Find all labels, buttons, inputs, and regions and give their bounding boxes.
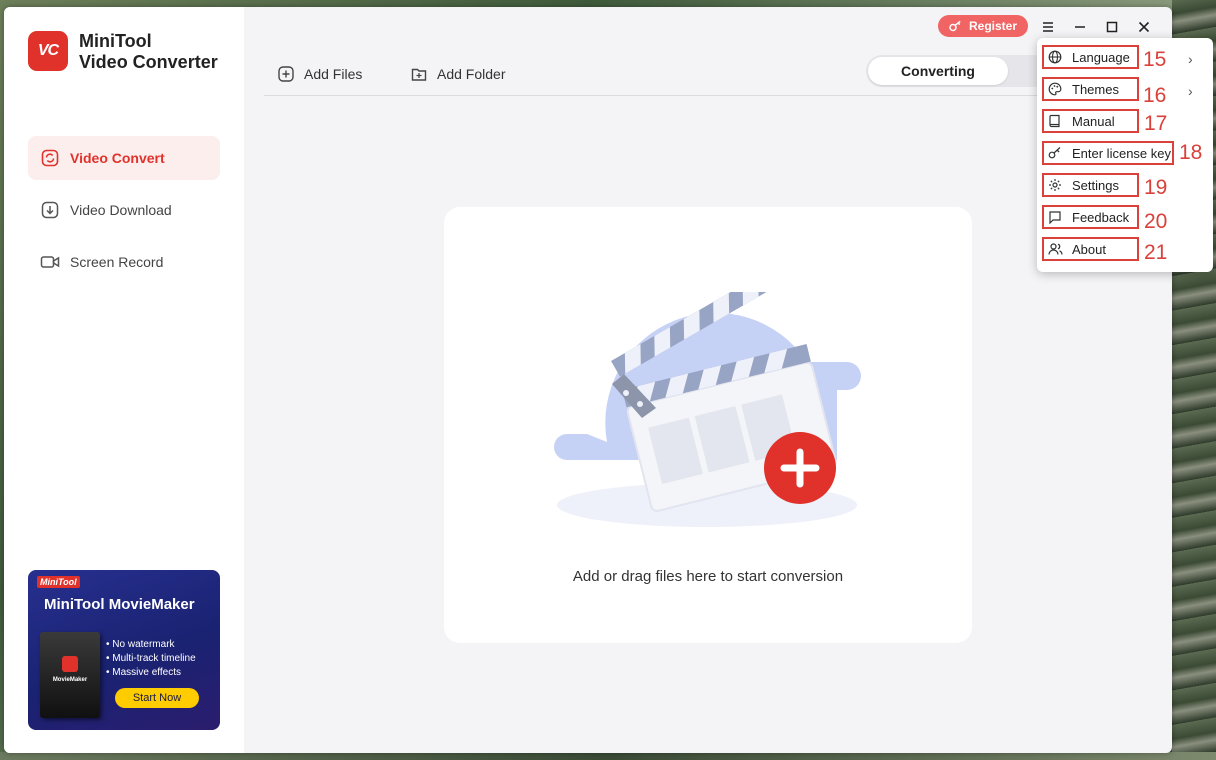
gear-icon (1047, 178, 1063, 192)
sidebar-item-video-download[interactable]: Video Download (28, 188, 220, 232)
app-title-line1: MiniTool (79, 31, 152, 51)
add-folder-button[interactable]: Add Folder (411, 66, 505, 82)
users-icon (1047, 242, 1063, 256)
sidebar-item-screen-record[interactable]: Screen Record (28, 240, 220, 284)
register-button[interactable]: Register (938, 15, 1028, 37)
menu-button[interactable] (1038, 17, 1058, 37)
app-title: MiniTool Video Converter (79, 31, 218, 73)
annotation-number: 18 (1179, 141, 1203, 164)
start-now-button[interactable]: Start Now (115, 688, 199, 708)
file-drop-zone[interactable]: Add or drag files here to start conversi… (444, 207, 972, 643)
minimize-icon (1075, 26, 1085, 28)
camera-icon (40, 252, 60, 272)
menu-item-feedback[interactable]: Feedback (1042, 205, 1139, 229)
menu-item-about[interactable]: About (1042, 237, 1139, 261)
product-box-image: MovieMaker (40, 632, 100, 718)
annotation-number: 21 (1144, 241, 1168, 264)
desktop-wallpaper-bottom (0, 752, 1216, 760)
drop-instruction: Add or drag files here to start conversi… (572, 568, 844, 585)
download-icon (40, 200, 60, 220)
annotation-number: 15 (1143, 48, 1167, 71)
sidebar: VC MiniTool Video Converter Video Conver… (4, 7, 244, 753)
clapperboard-illustration (554, 292, 861, 527)
menu-item-label: Language (1072, 49, 1130, 65)
add-folder-label: Add Folder (437, 66, 506, 82)
annotation-number: 20 (1144, 210, 1168, 233)
main-menu-dropdown: Language 15 › Themes 16 › Manual 17 Ente… (1037, 38, 1213, 272)
close-icon (1138, 21, 1150, 33)
sidebar-item-label: Screen Record (70, 254, 164, 270)
maximize-button[interactable] (1102, 17, 1122, 37)
sidebar-item-label: Video Download (70, 202, 172, 218)
plus-circle-icon (278, 66, 294, 82)
app-title-line2: Video Converter (79, 52, 218, 72)
palette-icon (1047, 82, 1063, 96)
app-logo: VC (28, 31, 68, 71)
chat-icon (1047, 210, 1063, 224)
app-window: VC MiniTool Video Converter Video Conver… (4, 7, 1172, 753)
promo-banner[interactable]: MiniTool MiniTool MovieMaker MovieMaker … (28, 570, 220, 730)
menu-item-label: Themes (1072, 81, 1119, 97)
convert-icon (40, 148, 60, 168)
sidebar-item-video-convert[interactable]: Video Convert (28, 136, 220, 180)
hamburger-icon (1043, 22, 1053, 32)
chevron-right-icon: › (1188, 51, 1193, 67)
key-icon (949, 20, 963, 32)
product-box-label: MovieMaker (52, 677, 88, 683)
annotation-number: 19 (1144, 176, 1168, 199)
menu-item-themes[interactable]: Themes (1042, 77, 1139, 101)
menu-item-language[interactable]: Language (1042, 45, 1139, 69)
promo-title: MiniTool MovieMaker (44, 596, 195, 613)
promo-feature: • Massive effects (106, 667, 182, 678)
menu-item-label: Enter license key (1072, 145, 1171, 161)
add-files-label: Add Files (304, 66, 363, 82)
globe-icon (1047, 50, 1063, 64)
promo-brand: MiniTool (37, 576, 80, 588)
sidebar-item-label: Video Convert (70, 150, 165, 166)
promo-feature: • No watermark (106, 639, 175, 650)
annotation-number: 16 (1143, 84, 1167, 107)
register-label: Register (968, 19, 1018, 33)
add-files-button[interactable]: Add Files (278, 66, 362, 82)
minimize-button[interactable] (1070, 17, 1090, 37)
close-button[interactable] (1134, 17, 1154, 37)
key-icon (1047, 146, 1063, 160)
menu-item-settings[interactable]: Settings (1042, 173, 1139, 197)
maximize-icon (1106, 21, 1118, 33)
menu-item-manual[interactable]: Manual (1042, 109, 1139, 133)
tab-converting[interactable]: Converting (868, 57, 1008, 85)
promo-feature: • Multi-track timeline (106, 653, 196, 664)
menu-item-label: About (1072, 241, 1106, 257)
menu-item-label: Feedback (1072, 209, 1130, 225)
menu-item-label: Settings (1072, 177, 1119, 193)
menu-item-label: Manual (1072, 113, 1115, 129)
toolbar-divider (264, 95, 1044, 96)
folder-plus-icon (411, 66, 427, 82)
book-icon (1047, 114, 1063, 128)
chevron-right-icon: › (1188, 83, 1193, 99)
annotation-number: 17 (1144, 112, 1168, 135)
menu-item-enter-license-key[interactable]: Enter license key (1042, 141, 1174, 165)
moviemaker-logo (62, 656, 78, 672)
promo-features: • No watermark • Multi-track timeline • … (106, 638, 196, 680)
